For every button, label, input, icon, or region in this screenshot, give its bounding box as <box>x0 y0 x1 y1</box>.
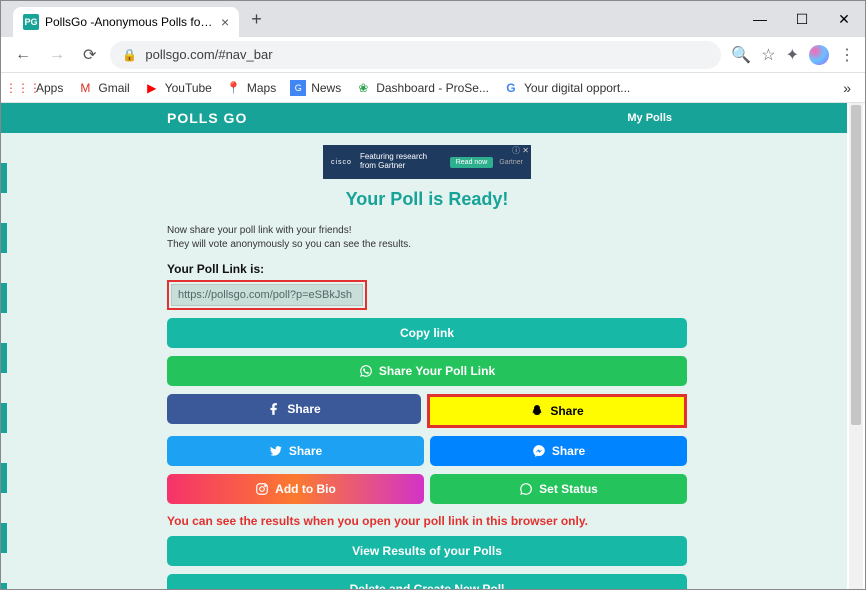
whatsapp-icon <box>519 482 533 496</box>
tab-favicon: PG <box>23 14 39 30</box>
poll-link-label: Your Poll Link is: <box>167 262 687 276</box>
url-text: pollsgo.com/#nav_bar <box>145 47 272 62</box>
view-results-button[interactable]: View Results of your Polls <box>167 536 687 566</box>
page-content: POLLS GO My Polls cisco Featuring resear… <box>7 103 847 589</box>
youtube-bookmark[interactable]: ▶YouTube <box>144 80 212 96</box>
ad-brand: cisco <box>331 159 352 166</box>
snapchat-highlight: Share <box>427 394 687 428</box>
add-to-bio-button[interactable]: Add to Bio <box>167 474 424 504</box>
apps-bookmark[interactable]: ⋮⋮⋮Apps <box>15 80 63 96</box>
browser-titlebar: PG PollsGo -Anonymous Polls for W... × +… <box>1 1 865 37</box>
youtube-icon: ▶ <box>144 80 160 96</box>
google-icon: G <box>503 80 519 96</box>
site-logo[interactable]: POLLS GO <box>167 110 247 126</box>
messenger-icon <box>532 444 546 458</box>
window-close-button[interactable]: ✕ <box>823 1 865 37</box>
apps-icon: ⋮⋮⋮ <box>15 80 31 96</box>
window-maximize-button[interactable]: ☐ <box>781 1 823 37</box>
extensions-icon[interactable]: ✦ <box>786 45 799 65</box>
menu-icon[interactable]: ⋮ <box>839 45 855 65</box>
scrollbar-thumb[interactable] <box>851 105 861 425</box>
page-title: Your Poll is Ready! <box>167 189 687 210</box>
instagram-icon <box>255 482 269 496</box>
dashboard-icon: ❀ <box>355 80 371 96</box>
close-tab-icon[interactable]: × <box>221 14 229 30</box>
ad-cta-button[interactable]: Read now <box>450 157 494 168</box>
browser-toolbar: ← → ⟳ 🔒 pollsgo.com/#nav_bar 🔍 ☆ ✦ ⋮ <box>1 37 865 73</box>
bookmarks-bar: ⋮⋮⋮Apps MGmail ▶YouTube 📍Maps GNews ❀Das… <box>1 73 865 103</box>
share-messenger-button[interactable]: Share <box>430 436 687 466</box>
instructions: Now share your poll link with your frien… <box>167 224 687 252</box>
gmail-bookmark[interactable]: MGmail <box>77 80 129 96</box>
ad-text: Featuring research from Gartner <box>360 153 427 171</box>
share-snapchat-button[interactable]: Share <box>430 397 684 425</box>
news-icon: G <box>290 80 306 96</box>
maps-pin-icon: 📍 <box>226 80 242 96</box>
zoom-icon[interactable]: 🔍 <box>731 45 751 65</box>
my-polls-link[interactable]: My Polls <box>627 112 672 124</box>
browser-warning-text: You can see the results when you open yo… <box>167 514 687 528</box>
vertical-scrollbar[interactable] <box>849 103 863 589</box>
copy-link-button[interactable]: Copy link <box>167 318 687 348</box>
dashboard-bookmark[interactable]: ❀Dashboard - ProSe... <box>355 80 489 96</box>
twitter-icon <box>269 444 283 458</box>
new-tab-button[interactable]: + <box>251 9 262 30</box>
facebook-icon <box>267 402 281 416</box>
browser-tab[interactable]: PG PollsGo -Anonymous Polls for W... × <box>13 7 239 37</box>
gmail-icon: M <box>77 80 93 96</box>
share-twitter-button[interactable]: Share <box>167 436 424 466</box>
poll-link-input[interactable]: https://pollsgo.com/poll?p=eSBkJsh <box>171 284 363 306</box>
bookmarks-overflow-icon[interactable]: » <box>843 80 851 96</box>
delete-create-button[interactable]: Delete and Create New Poll <box>167 574 687 589</box>
share-whatsapp-button[interactable]: Share Your Poll Link <box>167 356 687 386</box>
poll-link-highlight: https://pollsgo.com/poll?p=eSBkJsh <box>167 280 367 310</box>
forward-button: → <box>45 42 69 68</box>
share-facebook-button[interactable]: Share <box>167 394 421 424</box>
set-status-button[interactable]: Set Status <box>430 474 687 504</box>
star-icon[interactable]: ☆ <box>761 45 775 65</box>
ad-banner[interactable]: cisco Featuring research from Gartner Re… <box>323 145 531 179</box>
news-bookmark[interactable]: GNews <box>290 80 341 96</box>
maps-bookmark[interactable]: 📍Maps <box>226 80 276 96</box>
reload-button[interactable]: ⟳ <box>79 41 100 69</box>
tab-title: PollsGo -Anonymous Polls for W... <box>45 15 215 29</box>
address-bar[interactable]: 🔒 pollsgo.com/#nav_bar <box>110 41 721 69</box>
ad-close-icon[interactable]: ⓘ ✕ <box>512 145 529 156</box>
window-minimize-button[interactable]: — <box>739 1 781 37</box>
ad-source: Gartner <box>499 159 523 166</box>
profile-avatar[interactable] <box>809 45 829 65</box>
lock-icon: 🔒 <box>122 48 137 62</box>
back-button[interactable]: ← <box>11 42 35 68</box>
snapchat-icon <box>530 404 544 418</box>
google-bookmark[interactable]: GYour digital opport... <box>503 80 630 96</box>
whatsapp-icon <box>359 364 373 378</box>
site-header: POLLS GO My Polls <box>7 103 847 133</box>
